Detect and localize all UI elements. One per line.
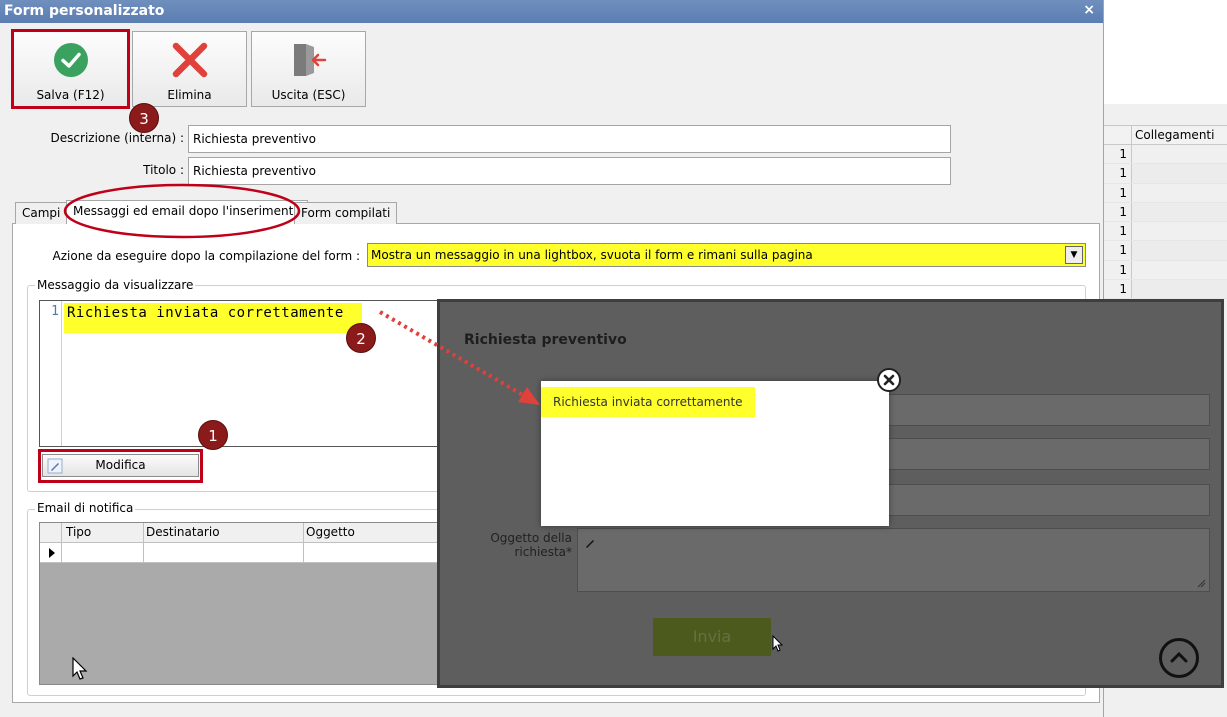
delete-x-icon [172,42,208,78]
column-header-tipo[interactable]: Tipo [66,525,91,539]
row-cell [1132,280,1227,299]
background-band [1104,0,1227,104]
descrizione-label: Descrizione (interna) : [50,131,184,145]
editor-line: Richiesta inviata correttamente [64,303,362,333]
row-pointer-icon [49,548,55,558]
tab-form-compilati[interactable]: Form compilati [294,202,398,224]
row-cell [1132,202,1227,222]
row-count: 1 [1104,183,1132,202]
preview-field-oggetto [577,528,1210,592]
close-icon [883,374,895,386]
title-bar: Form personalizzato × [0,0,1103,23]
titolo-label: Titolo : [143,163,184,177]
row-count: 1 [1104,145,1132,164]
column-header-collegamenti: Collegamenti [1135,128,1215,142]
column-divider [61,523,62,563]
table-row[interactable]: 1 [1104,222,1227,242]
azione-select-value: Mostra un messaggio in una lightbox, svu… [371,248,813,262]
table-row[interactable]: 1 [1104,183,1227,203]
row-count: 1 [1104,280,1132,299]
popup-close-button[interactable] [877,368,901,392]
delete-button-label: Elimina [167,88,212,102]
line-numbers: 1 [40,301,62,446]
descrizione-input[interactable]: Richiesta preventivo [188,125,951,153]
table-row[interactable]: 1 [1104,241,1227,261]
row-count: 1 [1104,241,1132,260]
table-row[interactable]: 1 [1104,280,1227,300]
tab-campi[interactable]: Campi [15,202,68,224]
mouse-cursor-icon [72,657,88,680]
resize-grip-icon [1197,579,1206,588]
column-header-oggetto[interactable]: Oggetto [306,525,355,539]
annotation-ellipse-tab [63,183,301,239]
email-table[interactable]: Tipo Destinatario Oggetto [39,522,439,685]
window-title: Form personalizzato [4,3,165,19]
annotation-badge-2: 2 [346,323,376,353]
scroll-to-top-button[interactable] [1159,638,1199,678]
column-divider [303,523,304,563]
row-count: 1 [1104,260,1132,280]
table-row[interactable]: 1 [1104,260,1227,281]
email-group-title: Email di notifica [35,501,136,515]
annotation-badge-1: 1 [198,420,228,450]
lightbox-message-popup: Richiesta inviata correttamente [541,381,889,526]
annotation-badge-3: 3 [129,103,159,133]
chevron-up-icon [1170,651,1188,663]
close-icon[interactable]: × [1083,2,1095,18]
email-table-header: Tipo Destinatario Oggetto [40,523,439,543]
row-count: 1 [1104,202,1132,222]
titolo-input[interactable]: Richiesta preventivo [188,157,951,185]
row-cell [1132,164,1227,183]
table-row[interactable] [40,543,439,563]
azione-select[interactable]: Mostra un messaggio in una lightbox, svu… [367,243,1086,267]
exit-button-label: Uscita (ESC) [271,88,346,102]
table-row[interactable]: 1 [1104,202,1227,223]
exit-door-icon [294,44,327,76]
column-header-destinatario[interactable]: Destinatario [146,525,220,539]
exit-button[interactable]: Uscita (ESC) [251,31,366,107]
background-grid-header: Collegamenti [1104,125,1227,145]
row-cell [1132,261,1227,279]
preview-label-oggetto: Oggetto della richiesta* [490,531,572,559]
row-cell [1132,222,1227,240]
mouse-cursor-icon [772,635,784,652]
azione-label: Azione da eseguire dopo la compilazione … [52,249,360,263]
pencil-icon [586,540,594,548]
background-grid-header-corner [1104,126,1132,144]
row-count: 1 [1104,164,1132,183]
row-cell [1132,184,1227,202]
column-divider [143,523,144,563]
row-cell [1132,241,1227,260]
chevron-down-icon[interactable]: ▼ [1065,246,1083,264]
background-grid: Collegamenti 1 1 1 1 1 1 1 1 [1104,125,1227,300]
annotation-box-save [11,29,130,109]
table-row[interactable]: 1 [1104,145,1227,165]
submit-button[interactable]: Invia [653,618,771,656]
row-cell [1132,145,1227,163]
annotation-arrow [378,310,540,405]
row-count: 1 [1104,222,1132,241]
popup-message: Richiesta inviata correttamente [541,387,755,417]
delete-button[interactable]: Elimina [132,31,247,107]
annotation-box-modifica [38,449,203,483]
messaggio-group-title: Messaggio da visualizzare [35,278,196,292]
table-row[interactable]: 1 [1104,164,1227,184]
